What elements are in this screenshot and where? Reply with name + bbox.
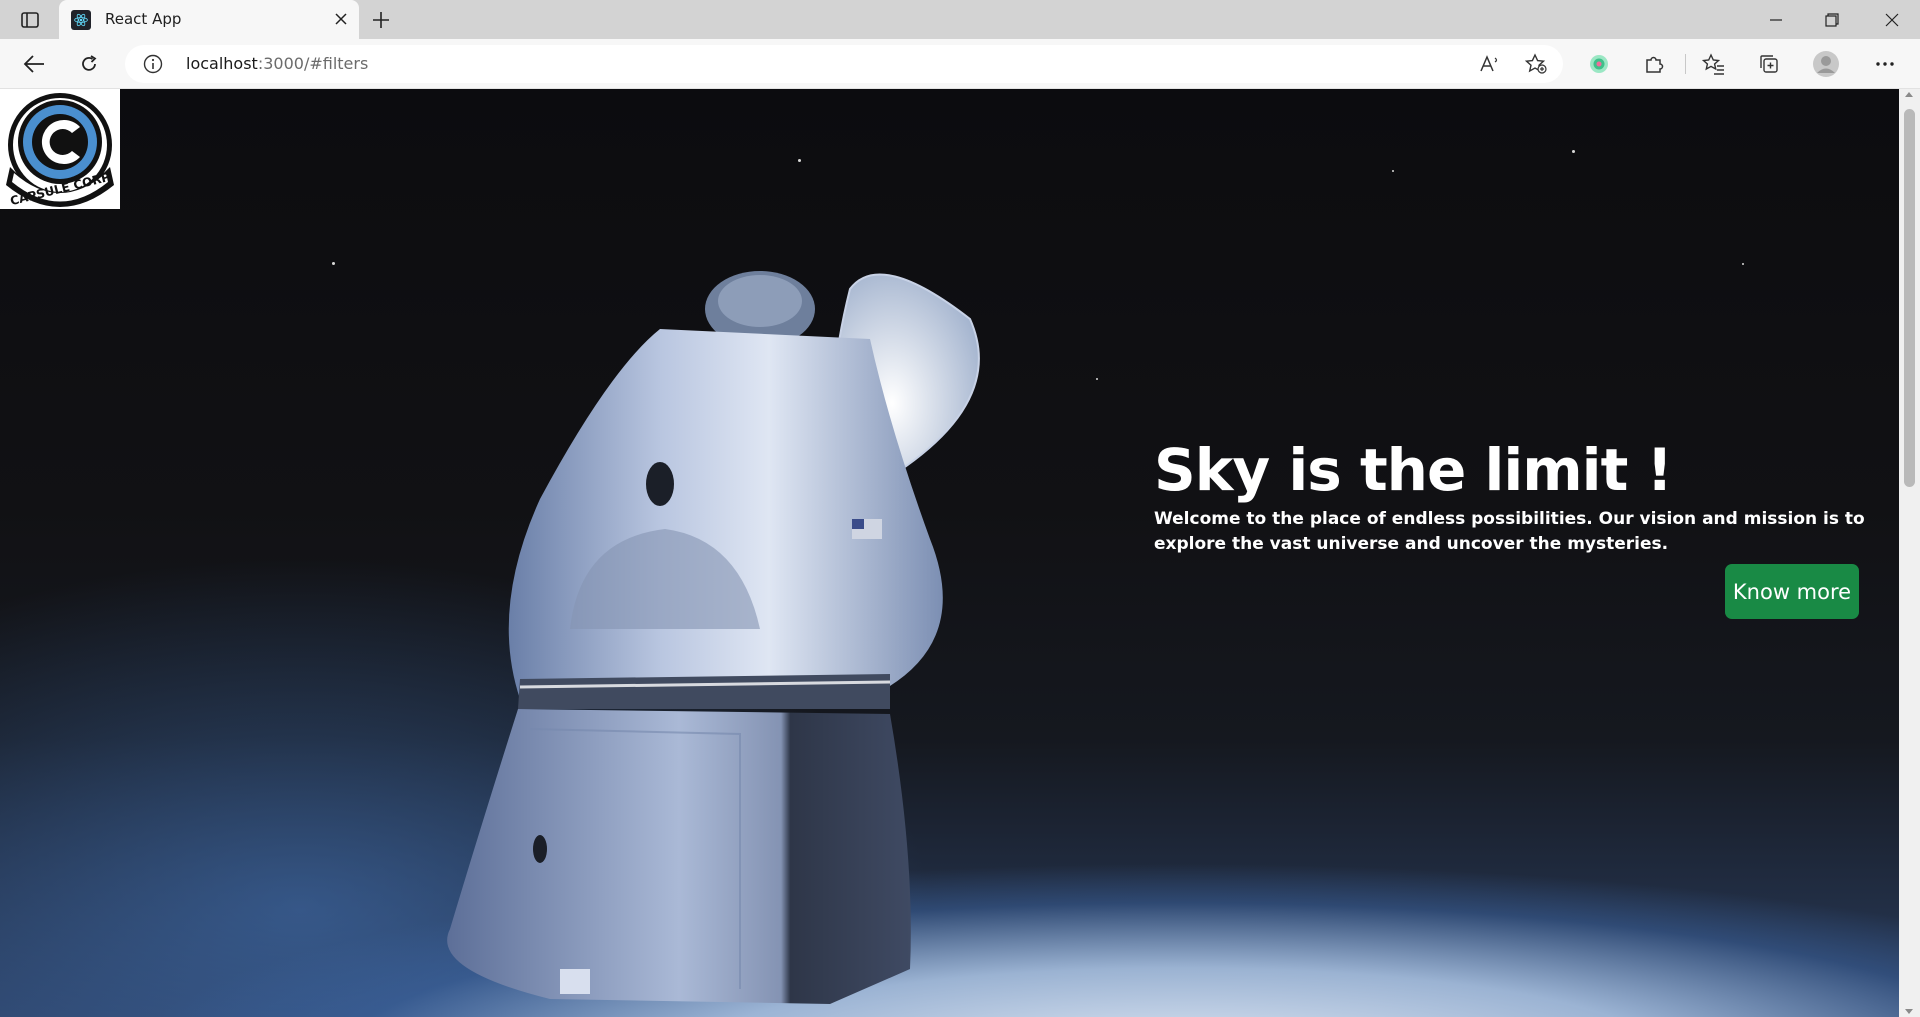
page-viewport: CAPSULE CORP Sky is the limit ! Welcome … <box>0 89 1920 1017</box>
spacecraft-illustration <box>447 271 980 1004</box>
know-more-button[interactable]: Know more <box>1725 564 1859 619</box>
star <box>1096 378 1098 380</box>
react-favicon <box>71 10 91 30</box>
extension-colorful-icon[interactable] <box>1582 48 1616 80</box>
star <box>1572 150 1575 153</box>
scroll-up-arrow[interactable] <box>1905 92 1913 97</box>
address-bar[interactable]: localhost:3000/#filters <box>125 45 1563 83</box>
capsule-corp-logo[interactable]: CAPSULE CORP <box>0 89 120 209</box>
reload-icon[interactable] <box>72 48 106 80</box>
close-window-icon[interactable] <box>1864 0 1920 39</box>
url-path: :3000/#filters <box>257 54 369 73</box>
toolbar-divider <box>1685 54 1686 74</box>
tab-react-app[interactable]: React App <box>59 0 359 39</box>
favorites-icon[interactable] <box>1697 48 1731 80</box>
info-icon[interactable] <box>143 54 163 74</box>
hero-description: Welcome to the place of endless possibil… <box>1154 509 1865 554</box>
scroll-down-arrow[interactable] <box>1905 1009 1913 1014</box>
url-host: localhost <box>186 54 258 73</box>
add-favorite-icon[interactable] <box>1523 52 1549 76</box>
minimize-icon[interactable] <box>1748 0 1804 39</box>
tab-actions-icon[interactable] <box>12 6 48 34</box>
star <box>332 262 335 265</box>
url-text[interactable]: localhost:3000/#filters <box>186 54 368 73</box>
profile-icon[interactable] <box>1809 48 1843 80</box>
star <box>1392 170 1394 172</box>
star <box>798 159 801 162</box>
more-icon[interactable] <box>1868 48 1902 80</box>
close-icon[interactable] <box>329 7 353 31</box>
collections-icon[interactable] <box>1752 48 1786 80</box>
back-arrow-icon[interactable] <box>17 48 51 80</box>
hero-text-block: Sky is the limit ! Welcome to the place … <box>1154 435 1884 557</box>
tab-bar: React App <box>0 0 1920 39</box>
plus-icon[interactable] <box>366 6 396 34</box>
vertical-scrollbar[interactable] <box>1899 89 1920 1017</box>
read-aloud-icon[interactable] <box>1477 52 1503 76</box>
hero-title: Sky is the limit ! <box>1154 436 1673 504</box>
browser-toolbar: localhost:3000/#filters <box>0 39 1920 89</box>
puzzle-icon[interactable] <box>1637 48 1671 80</box>
star <box>1742 263 1744 265</box>
scroll-thumb[interactable] <box>1904 109 1915 487</box>
restore-icon[interactable] <box>1804 0 1860 39</box>
hero-section: CAPSULE CORP Sky is the limit ! Welcome … <box>0 89 1899 1017</box>
tab-title: React App <box>105 10 182 28</box>
capsule-corp-emblem: CAPSULE CORP <box>6 93 114 208</box>
moon-crescent <box>1282 691 1336 768</box>
